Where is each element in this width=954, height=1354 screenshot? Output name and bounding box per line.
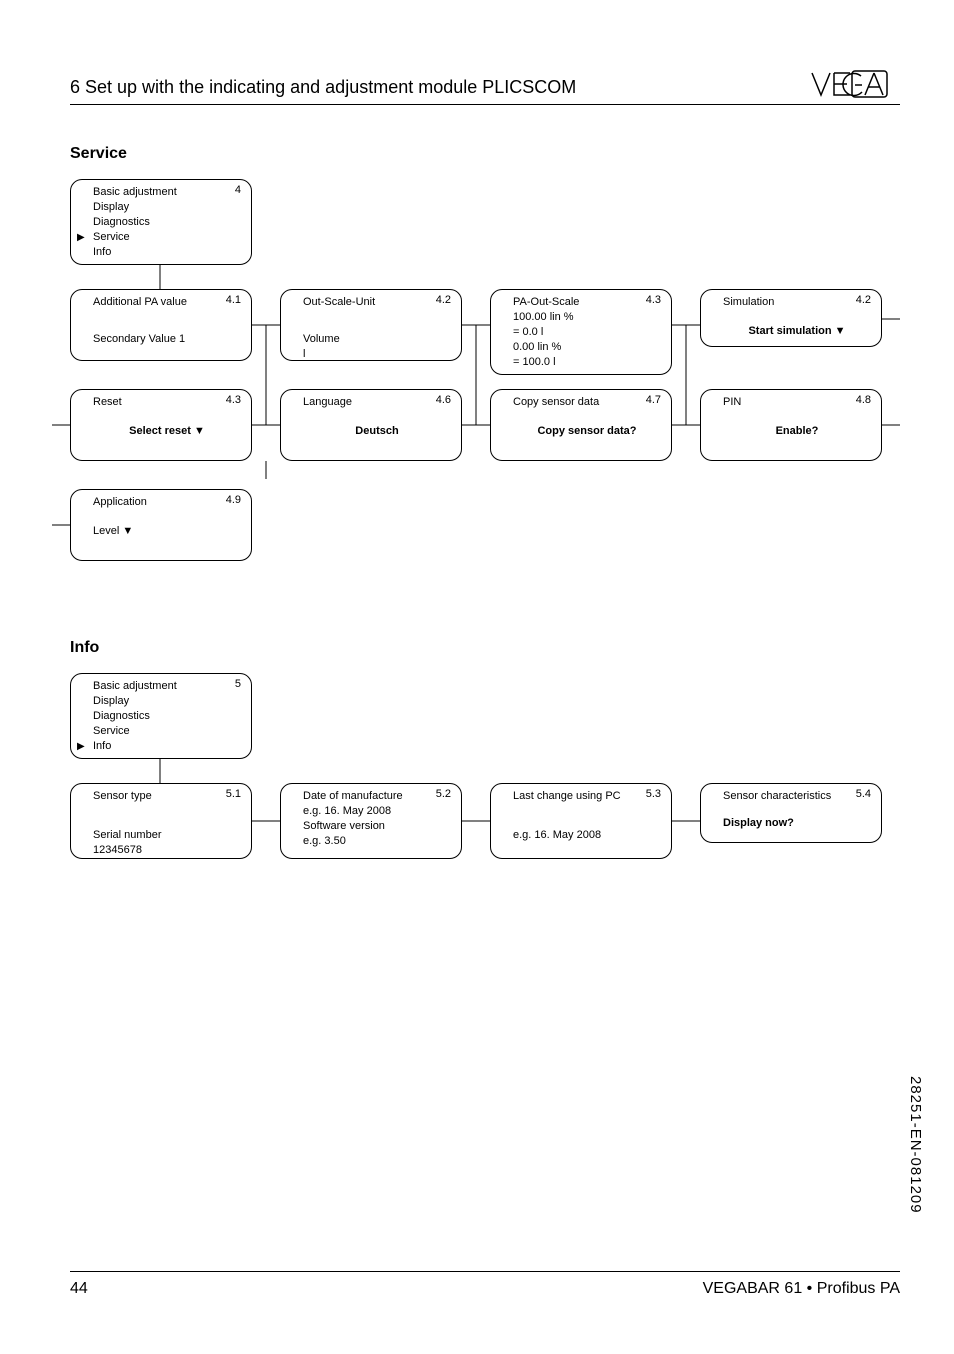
- screen-copy-sensor-data: 4.7 Copy sensor data Copy sensor data?: [490, 389, 672, 461]
- menu-item-label: Info: [93, 740, 111, 752]
- screen-number: 4.3: [646, 294, 661, 306]
- screen-label: Serial number: [93, 828, 241, 843]
- section-heading-info: Info: [70, 639, 900, 657]
- screen-title: PIN: [723, 395, 871, 410]
- menu-screen-4: 4 Basic adjustment Display Diagnostics ▶…: [70, 179, 252, 265]
- screen-title: Last change using PC: [513, 789, 661, 804]
- screen-application: 4.9 Application Level ▼: [70, 489, 252, 561]
- screen-number: 4.2: [856, 294, 871, 306]
- document-code: 28251-EN-081209: [907, 1076, 924, 1214]
- screen-simulation: 4.2 Simulation Start simulation ▼: [700, 289, 882, 347]
- screen-action: Copy sensor data?: [513, 424, 661, 439]
- vega-logo: [810, 70, 900, 98]
- screen-additional-pa-value: 4.1 Additional PA value Secondary Value …: [70, 289, 252, 361]
- section-heading-service: Service: [70, 145, 900, 163]
- screen-action: Enable?: [723, 424, 871, 439]
- screen-value: 12345678: [93, 843, 241, 858]
- screen-action: Start simulation ▼: [723, 324, 871, 339]
- screen-sensor-type: 5.1 Sensor type Serial number 12345678: [70, 783, 252, 859]
- screen-pin: 4.8 PIN Enable?: [700, 389, 882, 461]
- screen-title: Additional PA value: [93, 295, 241, 310]
- menu-item: Diagnostics: [93, 709, 241, 724]
- screen-value: e.g. 16. May 2008: [303, 804, 451, 819]
- menu-item: Info: [93, 245, 241, 260]
- menu-item: Service: [93, 724, 241, 739]
- screen-title: Sensor type: [93, 789, 241, 804]
- screen-value: e.g. 16. May 2008: [513, 828, 661, 843]
- menu-item-selected: ▶Info: [93, 739, 241, 754]
- page-number: 44: [70, 1280, 88, 1298]
- screen-number: 5.1: [226, 788, 241, 800]
- screen-title: Copy sensor data: [513, 395, 661, 410]
- screen-sensor-characteristics: 5.4 Sensor characteristics Display now?: [700, 783, 882, 843]
- menu-screen-5: 5 Basic adjustment Display Diagnostics S…: [70, 673, 252, 759]
- screen-action: Display now?: [723, 816, 871, 831]
- screen-value: l: [303, 347, 451, 362]
- screen-value: Secondary Value 1: [93, 332, 241, 347]
- menu-item: Diagnostics: [93, 215, 241, 230]
- screen-date-of-manufacture: 5.2 Date of manufacture e.g. 16. May 200…: [280, 783, 462, 859]
- screen-label: Software version: [303, 819, 451, 834]
- screen-number: 5.2: [436, 788, 451, 800]
- screen-value: 100.00 lin %: [513, 310, 661, 325]
- menu-number: 5: [235, 678, 241, 690]
- menu-item-selected: ▶Service: [93, 230, 241, 245]
- menu-item: Display: [93, 694, 241, 709]
- screen-last-change: 5.3 Last change using PC e.g. 16. May 20…: [490, 783, 672, 859]
- screen-value: Deutsch: [303, 424, 451, 439]
- screen-number: 4.3: [226, 394, 241, 406]
- screen-title: Simulation: [723, 295, 871, 310]
- screen-number: 4.6: [436, 394, 451, 406]
- screen-value: Volume: [303, 332, 451, 347]
- screen-number: 4.9: [226, 494, 241, 506]
- screen-value: Level ▼: [93, 524, 241, 539]
- document-title: VEGABAR 61 • Proﬁbus PA: [703, 1280, 900, 1298]
- screen-reset: 4.3 Reset Select reset ▼: [70, 389, 252, 461]
- screen-title: Date of manufacture: [303, 789, 451, 804]
- menu-item: Basic adjustment: [93, 679, 241, 694]
- screen-value: e.g. 3.50: [303, 834, 451, 849]
- screen-value: 0.00 lin %: [513, 340, 661, 355]
- menu-item: Display: [93, 200, 241, 215]
- screen-title: Reset: [93, 395, 241, 410]
- screen-number: 5.3: [646, 788, 661, 800]
- screen-pa-out-scale: 4.3 PA-Out-Scale 100.00 lin % = 0.0 l 0.…: [490, 289, 672, 375]
- screen-out-scale-unit: 4.2 Out-Scale-Unit Volume l: [280, 289, 462, 361]
- screen-value: = 100.0 l: [513, 355, 661, 370]
- menu-item-label: Service: [93, 231, 130, 243]
- screen-action: Select reset ▼: [93, 424, 241, 439]
- screen-number: 5.4: [856, 788, 871, 800]
- menu-item: Basic adjustment: [93, 185, 241, 200]
- screen-title: Out-Scale-Unit: [303, 295, 451, 310]
- screen-number: 4.2: [436, 294, 451, 306]
- screen-number: 4.7: [646, 394, 661, 406]
- screen-value: = 0.0 l: [513, 325, 661, 340]
- page-header-title: 6 Set up with the indicating and adjustm…: [70, 77, 576, 98]
- screen-title: PA-Out-Scale: [513, 295, 661, 310]
- screen-number: 4.1: [226, 294, 241, 306]
- screen-number: 4.8: [856, 394, 871, 406]
- screen-language: 4.6 Language Deutsch: [280, 389, 462, 461]
- screen-title: Sensor characteristics: [723, 789, 871, 804]
- menu-number: 4: [235, 184, 241, 196]
- screen-title: Application: [93, 495, 241, 510]
- screen-title: Language: [303, 395, 451, 410]
